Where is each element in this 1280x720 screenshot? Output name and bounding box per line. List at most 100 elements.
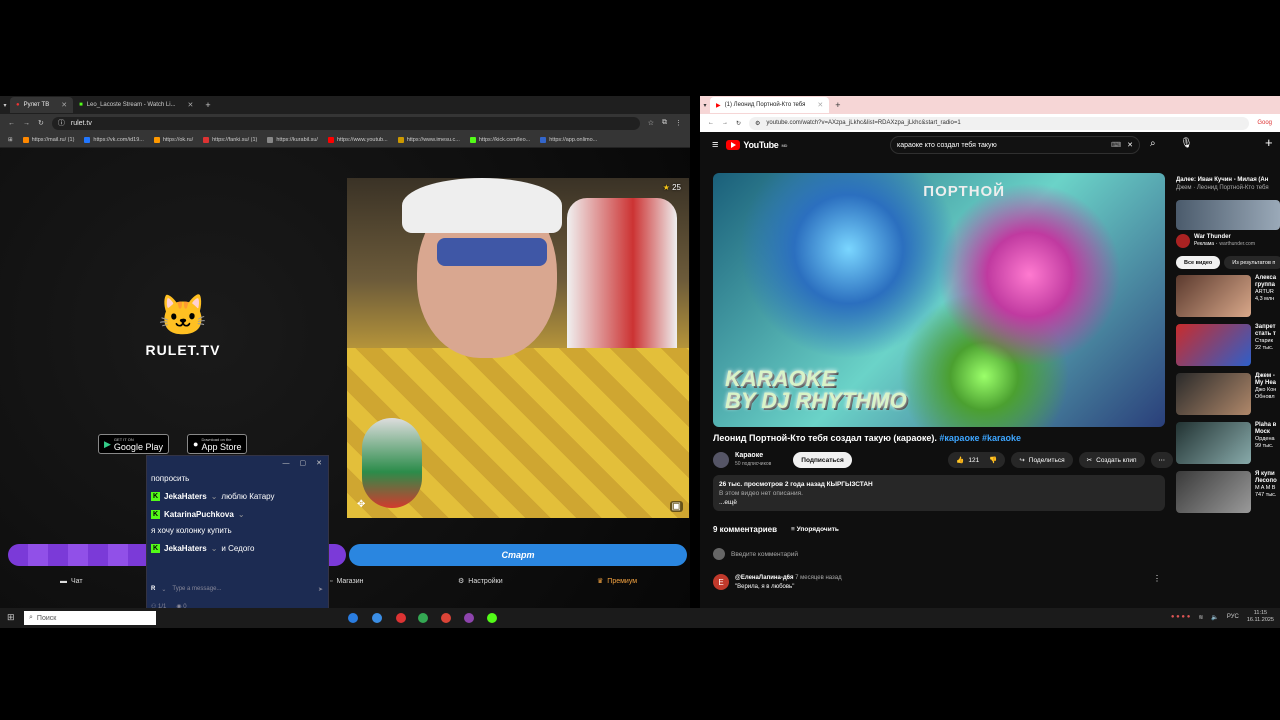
menu-settings[interactable]: ⚙ Настройки [458, 577, 503, 586]
tray-icons[interactable]: ● ● ● ● [1171, 614, 1191, 620]
url-field[interactable]: ⚙ youtube.com/watch?v=AXzpa_jLkhc&list=R… [749, 116, 1250, 130]
chip-results[interactable]: Из результатов п [1224, 256, 1280, 269]
send-icon[interactable]: ➤ [318, 586, 323, 593]
clear-icon[interactable]: ✕ [1127, 141, 1133, 149]
chat-username[interactable]: KatarinaPuchkova [164, 509, 234, 521]
more-actions-button[interactable]: ⋯ [1150, 452, 1173, 468]
reload-icon[interactable]: ↻ [736, 120, 741, 127]
tab-list-icon[interactable]: ▾ [700, 102, 710, 109]
app-icon[interactable] [487, 613, 497, 623]
webcam-video[interactable]: ★ 25 ✥ ▣ [347, 178, 689, 518]
youtube-video-player[interactable]: ПОРТНОЙ KARAOKE BY DJ RHYTHMO [713, 173, 1165, 427]
site-info-icon[interactable]: ⚙ [755, 120, 760, 127]
extensions-icon[interactable]: ⧉ [662, 119, 667, 127]
start-button[interactable]: Старт [349, 544, 687, 566]
menu-chat[interactable]: ▬ Чат [60, 578, 83, 585]
forward-icon[interactable]: → [23, 120, 30, 127]
description-box[interactable]: 26 тыс. просмотров 2 года назад КЫРГЫЗСТ… [713, 475, 1165, 511]
create-icon[interactable]: + [1265, 135, 1273, 150]
thumbs-down-icon[interactable]: 👎 [989, 456, 997, 464]
sidebar-video[interactable]: Plaha в Моск Ордена 99 тыс. [1176, 422, 1280, 464]
ad-info[interactable]: War Thunder Реклама · warthunder.com [1176, 234, 1280, 248]
channel-avatar[interactable] [713, 452, 729, 468]
new-tab-icon[interactable]: + [835, 100, 840, 110]
app-icon[interactable] [396, 613, 406, 623]
ad-banner[interactable] [1176, 200, 1280, 230]
back-icon[interactable]: ← [8, 120, 15, 127]
close-icon[interactable]: ✕ [188, 101, 194, 109]
youtube-logo[interactable]: YouTube MD [726, 140, 787, 150]
google-play-button[interactable]: ▶ GET IT ON Google Play [98, 434, 169, 454]
menu-shop[interactable]: ▫ Магазин [330, 578, 364, 585]
like-button[interactable]: 👍 121 👎 [948, 452, 1006, 468]
sort-button[interactable]: ≡ Упорядочить [791, 526, 839, 533]
bookmark-item[interactable]: https://ok.ru/ [153, 136, 193, 143]
chrome-icon[interactable] [441, 613, 451, 623]
edge-icon[interactable] [348, 613, 358, 623]
bookmark-item[interactable]: https://fanki.su/ (1) [203, 136, 257, 143]
apps-icon[interactable]: ⊞ [8, 137, 13, 143]
tab-rulet[interactable]: ● Рулет ТВ ✕ [10, 97, 74, 113]
menu-premium[interactable]: ♛ Премиум [597, 577, 637, 586]
maximize-icon[interactable]: ▢ [300, 459, 307, 467]
camera-settings-icon[interactable]: ▣ [669, 501, 683, 512]
windows-start-icon[interactable]: ⊞ [7, 612, 15, 623]
sidebar-video[interactable]: Я купи Лесопо M A M B 747 тыс. [1176, 471, 1280, 513]
chrome-icon[interactable] [418, 613, 428, 623]
chip-all[interactable]: Все видео [1176, 256, 1221, 269]
tab-kick[interactable]: ■ Leo_Lacoste Stream - Watch Li... ✕ [73, 97, 199, 113]
microphone-icon[interactable]: 🎙 [1180, 138, 1193, 149]
sidebar-video[interactable]: Джем - My Hea Джо Кон Обновл [1176, 373, 1280, 415]
hamburger-icon[interactable]: ≡ [712, 139, 718, 151]
taskbar-search[interactable]: ⌕ Поиск [24, 611, 156, 625]
minimize-icon[interactable]: — [283, 460, 290, 467]
volume-icon[interactable]: 🔈 [1211, 614, 1218, 621]
site-info-icon[interactable]: ⓘ [58, 118, 65, 128]
star-icon[interactable]: ☆ [648, 119, 654, 127]
app-store-button[interactable]: ● Download on the App Store [187, 434, 248, 454]
sidebar-video[interactable]: Запрет стать т Старик 22 тыс. [1176, 324, 1280, 366]
bookmark-item[interactable]: https://www.imesu.c... [397, 136, 460, 143]
chat-username[interactable]: JekaHaters [164, 491, 207, 503]
sidebar-video[interactable]: Алекса группа ARTUR 4,3 млн [1176, 275, 1280, 317]
bookmark-item[interactable]: https://kurabil.su/ [267, 136, 318, 143]
google-profile-label[interactable]: Goog [1257, 120, 1272, 126]
clip-button[interactable]: ✂ Создать клип [1078, 452, 1145, 468]
bookmark-item[interactable]: https://www.youtub... [327, 136, 388, 143]
language-indicator[interactable]: РУС [1227, 614, 1239, 620]
tab-list-icon[interactable]: ▾ [0, 102, 10, 109]
tab-youtube[interactable]: ▶ (1) Леонид Портной-Кто тебя ✕ [710, 97, 830, 113]
up-next-panel[interactable]: Далее: Иван Кучин - Милая (Ан Джем · Лео… [1176, 176, 1280, 192]
move-icon[interactable]: ✥ [357, 499, 365, 510]
bookmark-item[interactable]: https://mail.ru/ (1) [22, 136, 74, 143]
show-more-link[interactable]: ...ещё [719, 498, 1159, 507]
reload-icon[interactable]: ↻ [38, 119, 44, 127]
bookmark-item[interactable]: https://app.onlimo... [540, 136, 597, 143]
app-icon[interactable] [372, 613, 382, 623]
clock[interactable]: 11:15 16.11.2025 [1247, 610, 1274, 624]
forward-icon[interactable]: → [722, 120, 728, 126]
add-comment-field[interactable]: Введите комментарий [713, 548, 798, 560]
chat-input[interactable]: R ⌄ Type a message... ➤ [151, 583, 323, 595]
close-icon[interactable]: ✕ [316, 459, 322, 467]
close-icon[interactable]: ✕ [61, 101, 67, 109]
search-icon[interactable]: ⌕ [1150, 138, 1156, 149]
back-icon[interactable]: ← [708, 120, 714, 126]
youtube-search-input[interactable]: караоке кто создал тебя такую ⌨ ✕ [890, 136, 1140, 154]
new-tab-icon[interactable]: + [205, 100, 210, 110]
hashtags[interactable]: #караоке #karaoke [939, 433, 1021, 443]
chat-username[interactable]: JekaHaters [164, 543, 207, 555]
close-icon[interactable]: ✕ [817, 101, 823, 109]
commenter-avatar[interactable]: E [713, 574, 729, 590]
menu-dots-icon[interactable]: ⋮ [675, 119, 682, 127]
share-button[interactable]: ↪ Поделиться [1011, 452, 1073, 468]
bookmark-item[interactable]: https://vk.com/id19... [84, 136, 144, 143]
subscribe-button[interactable]: Подписаться [793, 452, 852, 468]
comment-author[interactable]: @ЕленаЛапина-д6я [735, 575, 794, 581]
comment-menu-icon[interactable]: ⋮ [1153, 574, 1161, 583]
channel-name[interactable]: Караоке [735, 452, 771, 460]
url-field[interactable]: ⓘ rulet.tv [51, 116, 640, 130]
keyboard-icon[interactable]: ⌨ [1111, 141, 1121, 149]
bookmark-item[interactable]: https://kick.com/leo... [469, 136, 530, 143]
wifi-icon[interactable]: ≋ [1198, 614, 1203, 621]
